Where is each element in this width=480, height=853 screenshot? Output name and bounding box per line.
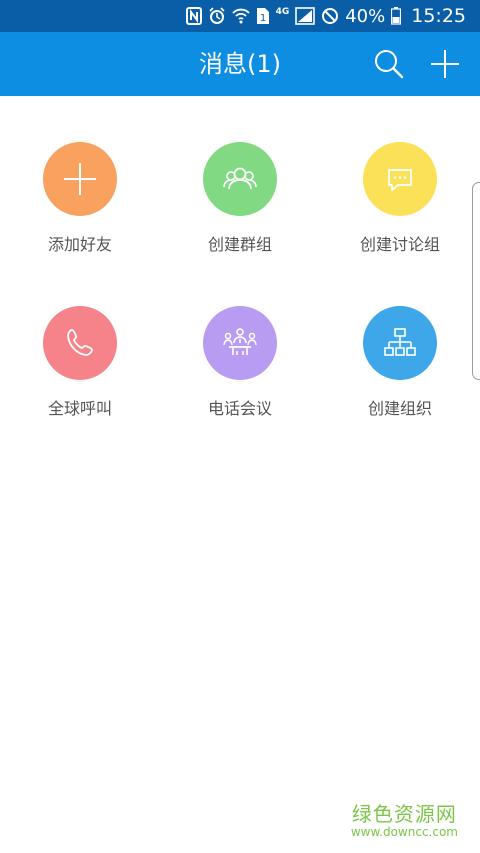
alarm-icon bbox=[208, 6, 226, 26]
nfc-icon bbox=[185, 6, 202, 26]
watermark: 绿色资源网 www.downcc.com bbox=[351, 798, 458, 839]
plus-icon bbox=[431, 50, 459, 78]
create-organization-button[interactable]: 创建组织 bbox=[320, 306, 480, 419]
add-friend-button[interactable]: 添加好友 bbox=[0, 142, 160, 255]
grid-icon-circle bbox=[363, 306, 437, 380]
signal-icon bbox=[295, 6, 316, 26]
search-icon bbox=[375, 50, 404, 79]
plus-icon bbox=[64, 163, 96, 195]
grid-label: 创建群组 bbox=[207, 235, 272, 254]
grid-icon-circle bbox=[203, 142, 277, 216]
sim-icon: 1 bbox=[256, 6, 270, 26]
wifi-icon bbox=[231, 6, 250, 26]
battery-icon bbox=[391, 6, 402, 26]
watermark-url: www.downcc.com bbox=[350, 825, 458, 839]
grid-label: 创建讨论组 bbox=[359, 235, 440, 254]
group-icon bbox=[223, 167, 257, 190]
clock: 15:25 bbox=[411, 5, 466, 27]
status-bar: 1 4G 40% 15:25 bbox=[0, 0, 480, 32]
phone-icon bbox=[67, 329, 93, 356]
conference-icon bbox=[223, 328, 257, 355]
watermark-title: 绿色资源网 bbox=[351, 802, 457, 826]
sim-slot-label: 1 bbox=[259, 13, 265, 24]
page-title: 消息(1) bbox=[199, 50, 281, 78]
search-button[interactable] bbox=[371, 46, 407, 82]
add-button[interactable] bbox=[427, 46, 463, 82]
create-group-button[interactable]: 创建群组 bbox=[160, 142, 320, 255]
grid-icon-circle bbox=[203, 306, 277, 380]
create-discussion-button[interactable]: 创建讨论组 bbox=[320, 142, 480, 255]
battery-percent: 40% bbox=[345, 5, 386, 27]
org-chart-icon bbox=[384, 328, 416, 356]
grid-icon-circle bbox=[363, 142, 437, 216]
global-call-button[interactable]: 全球呼叫 bbox=[0, 306, 160, 419]
chat-bubble-icon bbox=[388, 169, 412, 191]
grid-label: 添加好友 bbox=[47, 235, 112, 254]
grid-icon-circle bbox=[43, 306, 117, 380]
grid-label: 全球呼叫 bbox=[47, 399, 112, 418]
do-not-disturb-icon bbox=[321, 6, 339, 26]
network-type: 4G bbox=[275, 7, 290, 17]
grid-label: 电话会议 bbox=[207, 399, 272, 418]
grid-icon-circle bbox=[43, 142, 117, 216]
app-header: 消息(1) bbox=[0, 32, 480, 96]
conference-call-button[interactable]: 电话会议 bbox=[160, 306, 320, 419]
grid-label: 创建组织 bbox=[367, 399, 432, 418]
edge-panel-handle[interactable] bbox=[472, 182, 480, 380]
